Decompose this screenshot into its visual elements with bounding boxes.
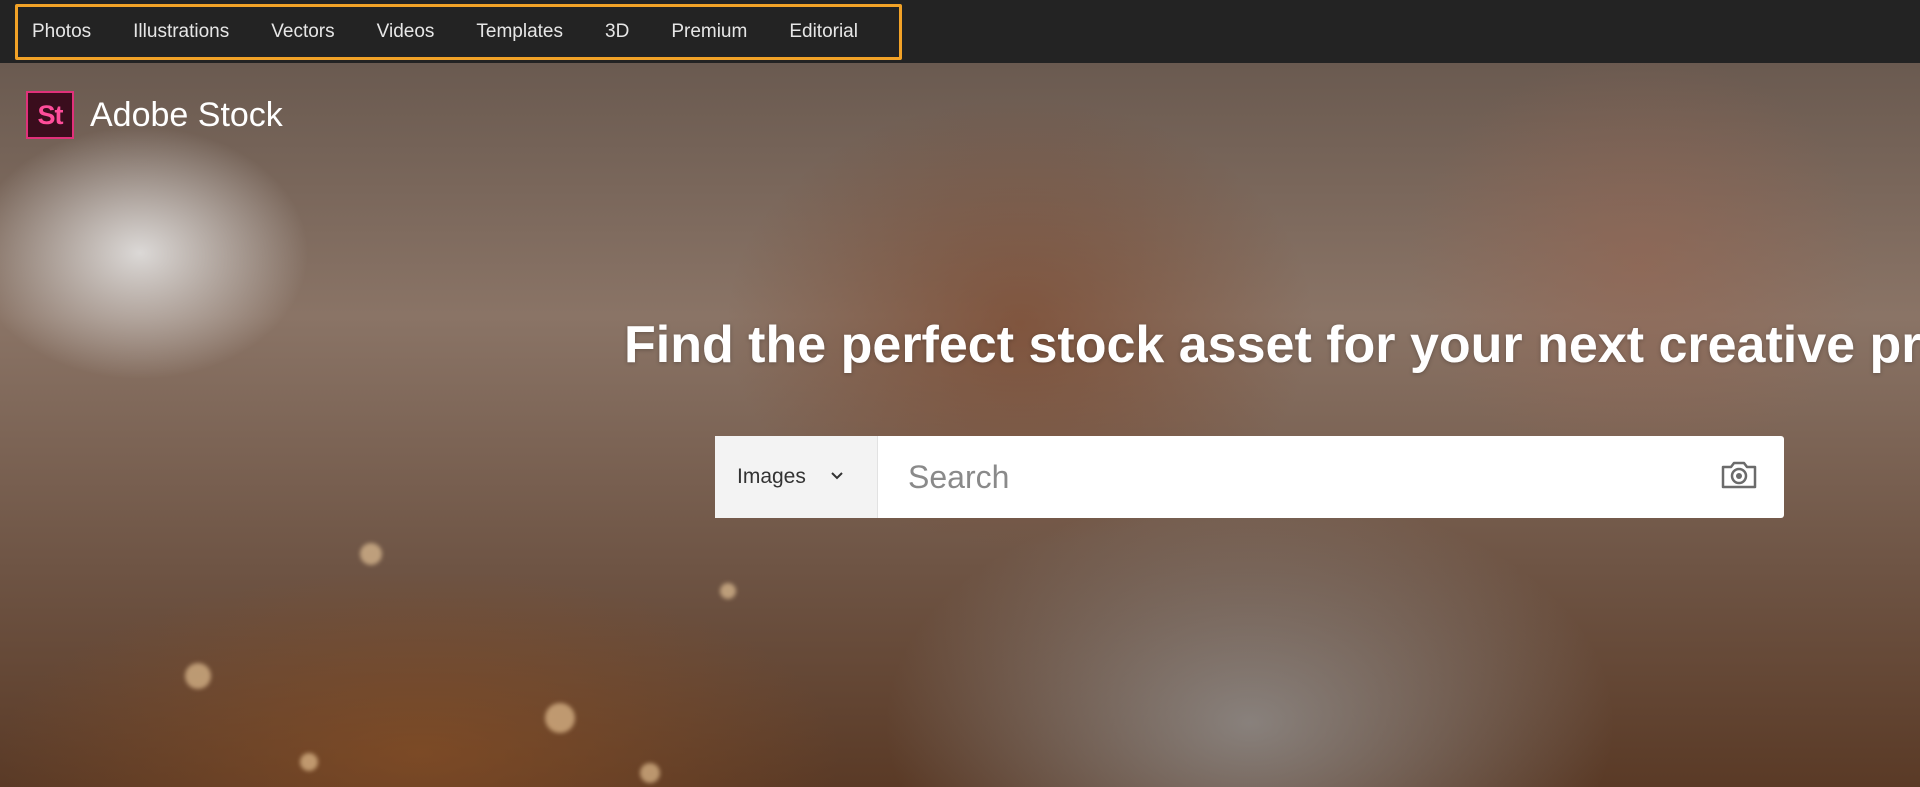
- category-nav: Photos Illustrations Vectors Videos Temp…: [15, 4, 902, 60]
- bokeh-light: [185, 663, 211, 689]
- bokeh-light: [720, 583, 736, 599]
- hero-banner: St Adobe Stock Find the perfect stock as…: [0, 63, 1920, 787]
- bokeh-light: [300, 753, 318, 771]
- visual-search-button[interactable]: [1694, 436, 1784, 518]
- nav-item-templates[interactable]: Templates: [476, 21, 563, 43]
- hero-headline: Find the perfect stock asset for your ne…: [624, 316, 1920, 374]
- brand-name: Adobe Stock: [90, 95, 283, 134]
- bokeh-light: [640, 763, 660, 783]
- bokeh-light: [360, 543, 382, 565]
- nav-item-photos[interactable]: Photos: [32, 21, 91, 43]
- top-bar: Photos Illustrations Vectors Videos Temp…: [0, 0, 1920, 63]
- search-bar: Images: [715, 436, 1784, 518]
- adobe-stock-logo: St: [26, 91, 74, 139]
- nav-item-3d[interactable]: 3D: [605, 21, 629, 43]
- nav-item-premium[interactable]: Premium: [671, 21, 747, 43]
- search-input[interactable]: [878, 436, 1694, 518]
- search-type-dropdown[interactable]: Images: [715, 436, 878, 518]
- nav-item-editorial[interactable]: Editorial: [789, 21, 858, 43]
- chevron-down-icon: [830, 468, 844, 486]
- bokeh-light: [545, 703, 575, 733]
- camera-icon: [1719, 459, 1759, 496]
- brand[interactable]: St Adobe Stock: [26, 91, 283, 139]
- search-type-label: Images: [737, 465, 806, 488]
- nav-item-illustrations[interactable]: Illustrations: [133, 21, 229, 43]
- nav-item-vectors[interactable]: Vectors: [271, 21, 334, 43]
- nav-item-videos[interactable]: Videos: [377, 21, 435, 43]
